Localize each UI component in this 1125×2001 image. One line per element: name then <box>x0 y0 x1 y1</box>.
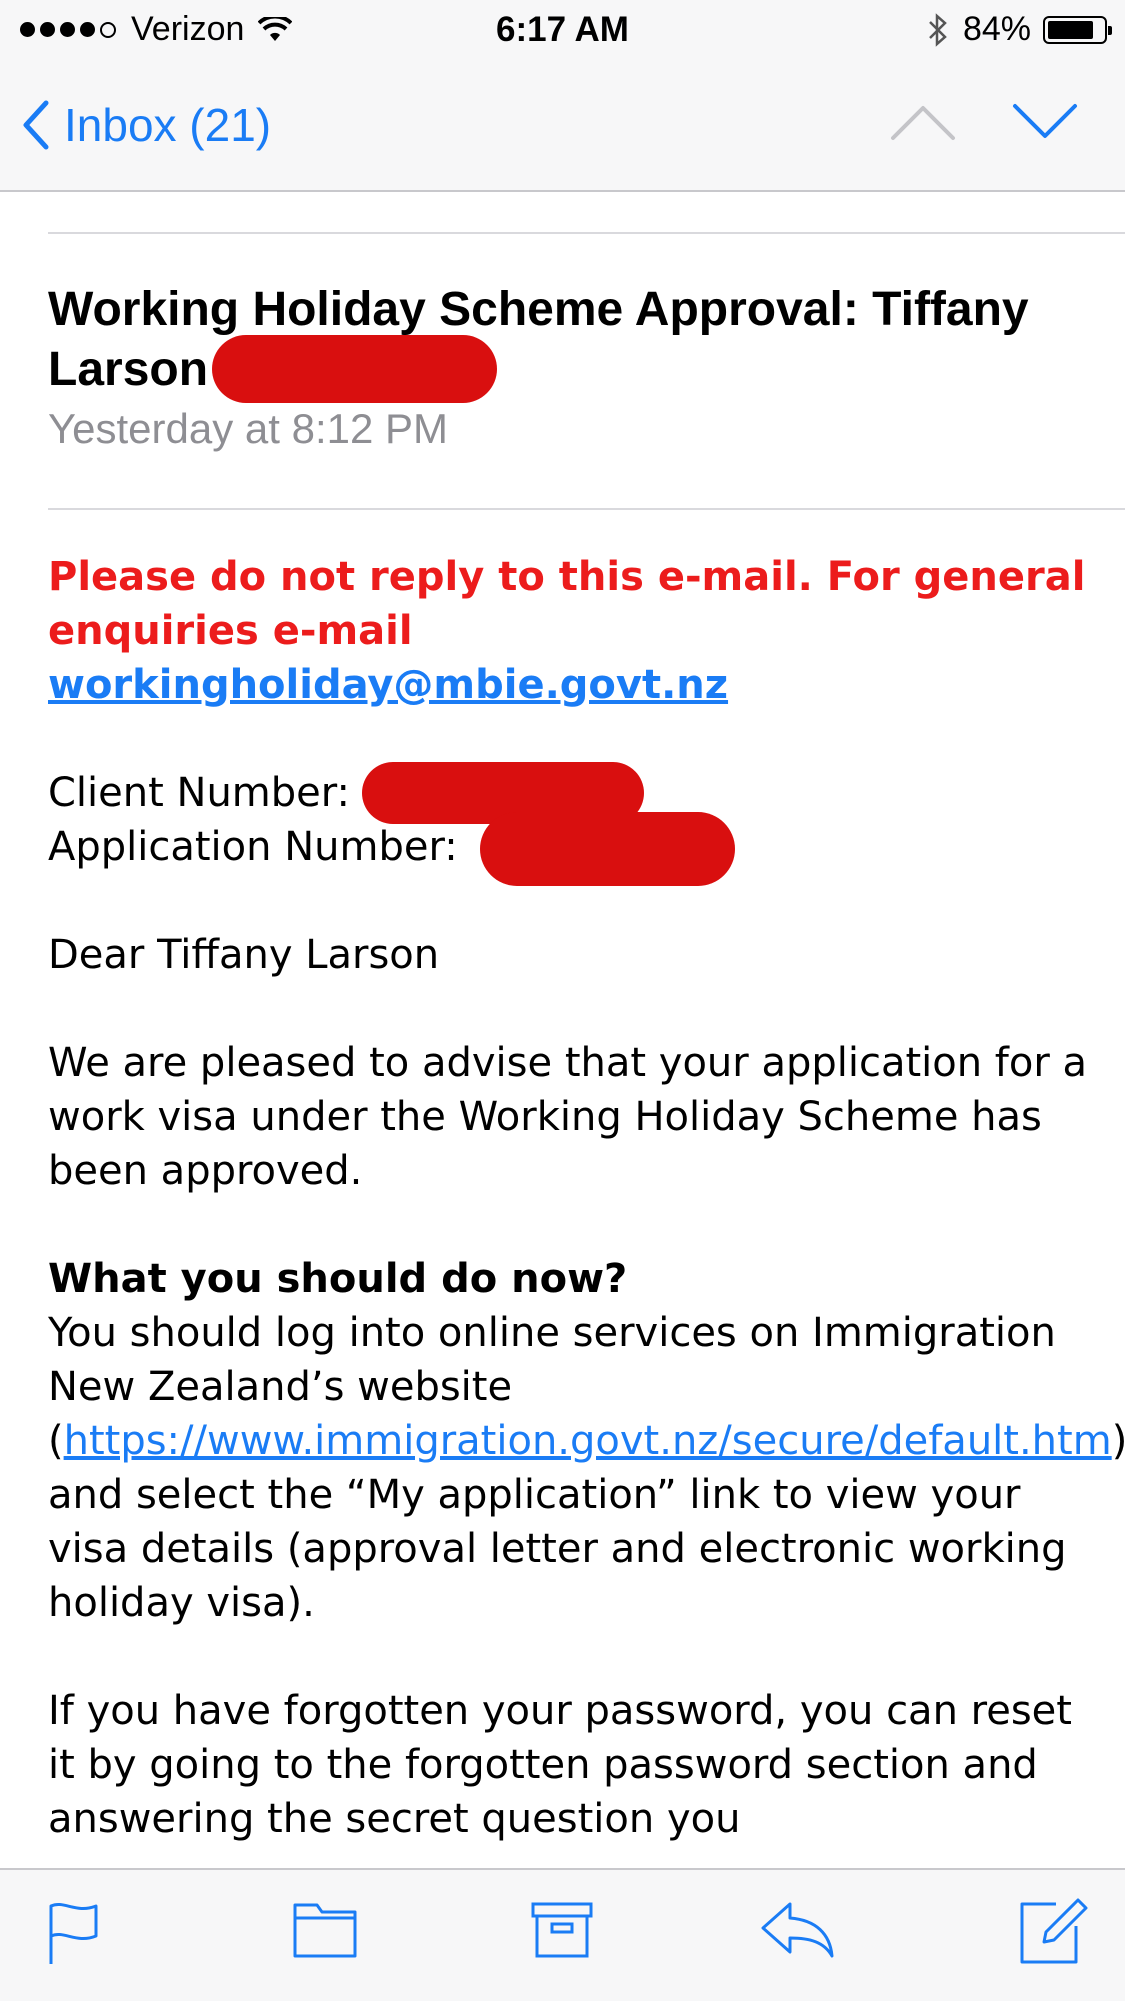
reply-icon[interactable] <box>760 1900 836 1960</box>
battery-info: 84% <box>927 10 1112 49</box>
email-subject: Working Holiday Scheme Approval: Tiffany… <box>48 283 1029 396</box>
application-number-redaction <box>480 812 735 886</box>
battery-icon <box>1043 15 1112 44</box>
immigration-website-link[interactable]: https://www.immigration.govt.nz/secure/d… <box>64 1418 1112 1464</box>
nav-bar: Inbox (21) <box>0 62 1125 192</box>
redaction-mark <box>212 335 497 403</box>
bottom-toolbar <box>0 1868 1125 2001</box>
bluetooth-icon <box>929 12 947 47</box>
instructions-section: What you should do now? You should log i… <box>48 1256 1125 1626</box>
password-paragraph: If you have forgotten your password, you… <box>48 1688 1072 1842</box>
compose-icon[interactable] <box>1018 1896 1090 1966</box>
archive-icon[interactable] <box>530 1900 594 1960</box>
folder-icon[interactable] <box>292 1900 358 1960</box>
chevron-left-icon <box>23 100 49 150</box>
email-date: Yesterday at 8:12 PM <box>48 405 449 452</box>
battery-percent: 84% <box>962 10 1031 48</box>
application-number-label: Application Number: <box>48 824 458 870</box>
header-divider-top <box>48 232 1125 234</box>
instructions-heading: What you should do now? <box>48 1256 628 1302</box>
status-bar: Verizon 6:17 AM 84% <box>0 0 1125 62</box>
no-reply-warning: Please do not reply to this e-mail. For … <box>48 554 1086 708</box>
email-body: Please do not reply to this e-mail. For … <box>48 550 1125 1900</box>
next-message-button[interactable] <box>1012 102 1078 142</box>
approval-paragraph: We are pleased to advise that your appli… <box>48 1040 1088 1194</box>
client-number-label: Client Number: <box>48 770 350 816</box>
header-divider-bottom <box>48 508 1125 510</box>
enquiries-email-link[interactable]: workingholiday@mbie.govt.nz <box>48 662 728 708</box>
back-label: Inbox (21) <box>64 99 272 151</box>
previous-message-button[interactable] <box>890 102 956 142</box>
back-to-inbox-button[interactable]: Inbox (21) <box>22 98 271 152</box>
flag-icon[interactable] <box>46 1900 102 1966</box>
greeting: Dear Tiffany Larson <box>48 932 440 978</box>
